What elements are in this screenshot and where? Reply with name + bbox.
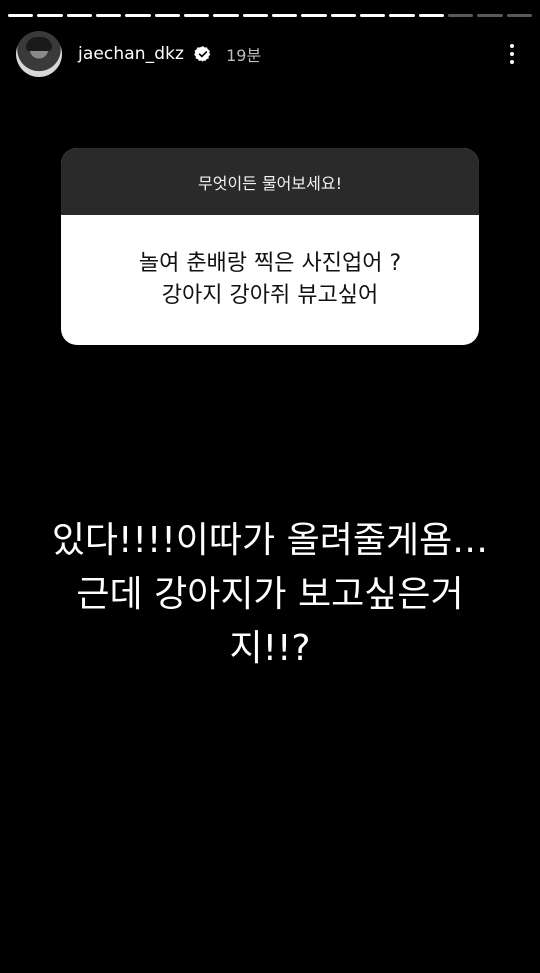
question-line: 강아지 강아쥐 뷰고싶어 [161, 283, 379, 308]
answer-line: 근데 강아지가 보고싶은거 [76, 574, 464, 615]
question-sticker[interactable]: 무엇이든 물어보세요! 놀여 춘배랑 찍은 사진업어 ? 강아지 강아쥐 뷰고싶… [61, 148, 479, 345]
progress-segment [330, 14, 356, 17]
progress-segment [183, 14, 210, 17]
progress-segment [213, 14, 239, 17]
progress-segment [447, 14, 474, 17]
question-prompt: 무엇이든 물어보세요! [61, 148, 479, 215]
progress-segment [37, 14, 63, 17]
answer-text: 있다!!!!이따가 올려줄게욤… 근데 강아지가 보고싶은거 지!!? [20, 514, 520, 676]
story-header: jaechan_dkz 19분 [16, 30, 524, 78]
post-time: 19분 [226, 46, 262, 65]
username[interactable]: jaechan_dkz [78, 44, 184, 64]
progress-segment [359, 14, 386, 17]
progress-segment [154, 14, 180, 17]
progress-segment [8, 14, 34, 17]
avatar[interactable] [16, 31, 62, 77]
progress-segment [301, 14, 327, 17]
progress-segment [418, 14, 444, 17]
answer-line: 있다!!!!이따가 올려줄게욤… [51, 520, 489, 561]
answer-line: 지!!? [229, 628, 311, 669]
progress-segment [242, 14, 268, 17]
question-line: 놀여 춘배랑 찍은 사진업어 ? [138, 251, 402, 276]
progress-segment [477, 14, 503, 17]
progress-segment [125, 14, 151, 17]
progress-segment [389, 14, 415, 17]
question-text: 놀여 춘배랑 찍은 사진업어 ? 강아지 강아쥐 뷰고싶어 [61, 215, 479, 345]
story-progress-bar [8, 14, 532, 17]
verified-badge-icon [194, 45, 212, 63]
progress-segment [66, 14, 92, 17]
progress-segment [95, 14, 122, 17]
progress-segment [271, 14, 298, 17]
more-vertical-icon[interactable] [500, 40, 524, 68]
progress-segment [506, 14, 532, 17]
